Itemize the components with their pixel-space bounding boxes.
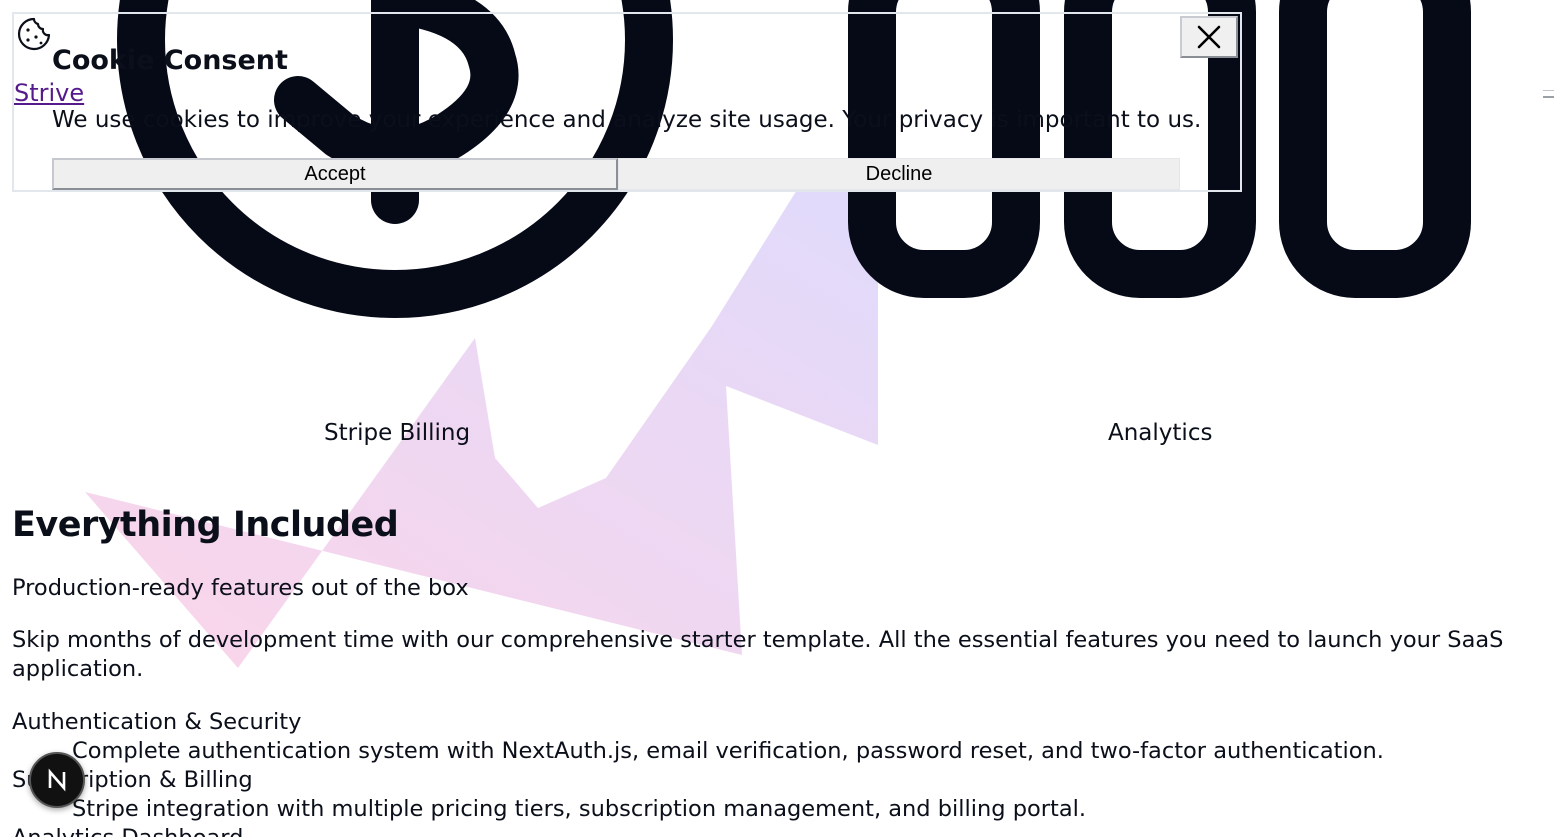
next-logo-icon [48,768,66,792]
feature-title: Authentication & Security [12,709,302,735]
feature-title: Analytics Dashboard [12,824,1532,837]
feature-list: Authentication & Security Complete authe… [12,708,1532,837]
cookie-consent-title: Cookie Consent [52,45,288,76]
feature-item-subscription: Subscription & Billing Stripe integratio… [12,766,1532,824]
feature-label-stripe-billing: Stripe Billing [324,420,471,446]
cookie-consent-dialog: Cookie Consent We use cookies to improve… [12,12,1242,192]
everything-included-section: Everything Included Production-ready fea… [12,500,1532,837]
scroll-marker [1543,90,1554,98]
feature-label-analytics: Analytics [1108,420,1213,446]
next-dev-badge[interactable] [29,752,85,808]
feature-description: Complete authentication system with Next… [72,738,1384,764]
feature-description: Stripe integration with multiple pricing… [72,796,1087,822]
close-icon [1197,25,1221,49]
feature-item-authentication: Authentication & Security Complete authe… [12,708,1532,766]
section-description: Skip months of development time with our… [12,627,1504,682]
section-heading: Everything Included [12,505,399,545]
section-subtitle: Production-ready features out of the box [12,575,469,601]
cookie-consent-message: We use cookies to improve your experienc… [52,107,1202,133]
cookie-icon [17,17,51,51]
close-button[interactable] [1180,16,1238,58]
brand-link[interactable]: Strive [14,78,84,108]
feature-title: Subscription & Billing [12,767,253,793]
decline-button[interactable]: Decline [618,158,1180,190]
feature-item-analytics-dashboard: Analytics Dashboard [12,824,1532,837]
accept-button[interactable]: Accept [52,158,618,190]
